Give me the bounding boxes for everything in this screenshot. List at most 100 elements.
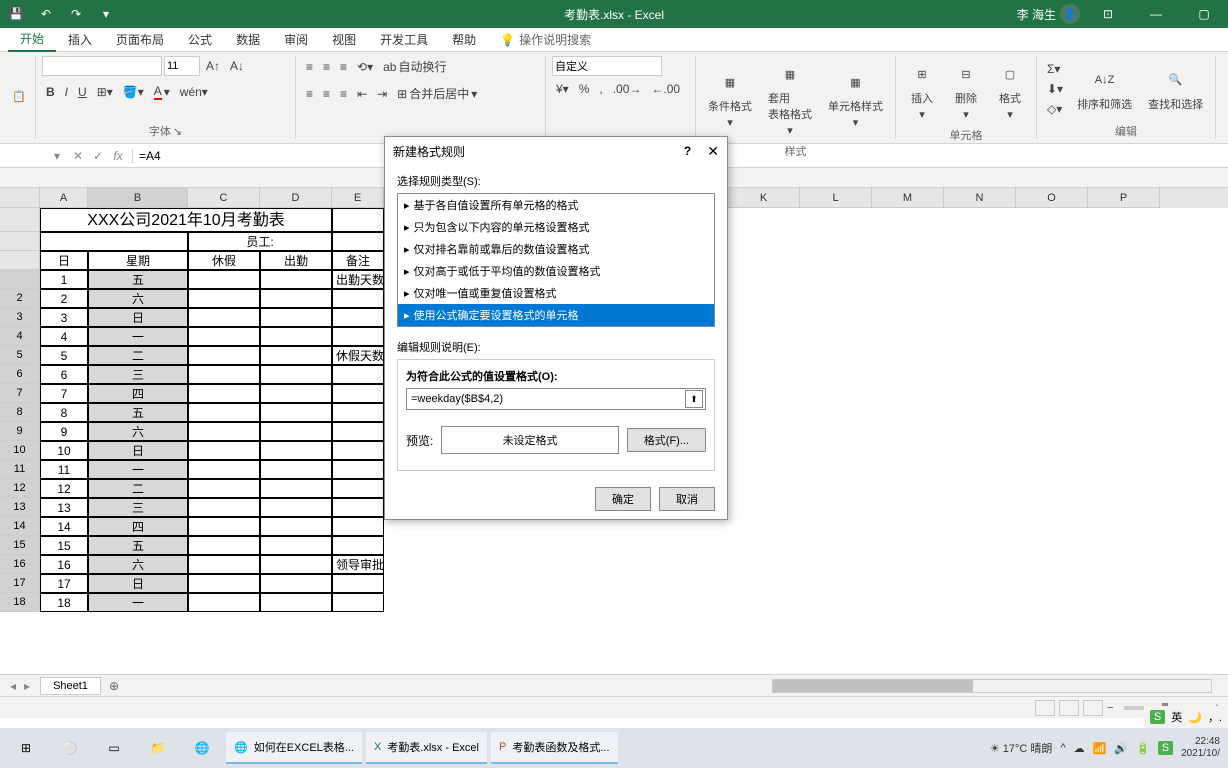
dialog-help-icon[interactable]: ? — [684, 144, 691, 158]
cell[interactable]: 休假 — [188, 251, 260, 270]
normal-view-icon[interactable] — [1035, 700, 1055, 716]
cell[interactable] — [332, 327, 384, 346]
cell[interactable]: 10 — [40, 441, 88, 460]
cell[interactable] — [260, 289, 332, 308]
merge-center-button[interactable]: ⊞ 合并后居中▾ — [393, 83, 481, 104]
cell[interactable]: 四 — [88, 517, 188, 536]
cell[interactable]: 15 — [40, 536, 88, 555]
cell[interactable] — [260, 574, 332, 593]
cell[interactable]: 18 — [40, 593, 88, 612]
cell[interactable] — [332, 574, 384, 593]
cell[interactable] — [188, 308, 260, 327]
sheet-prev-icon[interactable]: ◂ — [6, 679, 20, 693]
cell[interactable]: 一 — [88, 460, 188, 479]
cell[interactable] — [188, 403, 260, 422]
cell[interactable] — [260, 327, 332, 346]
cell[interactable]: 二 — [88, 346, 188, 365]
cell[interactable] — [332, 479, 384, 498]
cell[interactable]: 二 — [88, 479, 188, 498]
cell[interactable] — [188, 574, 260, 593]
cell[interactable] — [332, 208, 384, 232]
ok-button[interactable]: 确定 — [595, 487, 651, 511]
cell[interactable] — [332, 422, 384, 441]
cell[interactable] — [332, 232, 384, 251]
clock[interactable]: 22:48 2021/10/ — [1181, 736, 1224, 760]
network-icon[interactable]: 📶 — [1093, 742, 1107, 755]
cell[interactable]: 三 — [88, 498, 188, 517]
fx-icon[interactable]: fx — [108, 149, 128, 163]
search-icon[interactable]: ⚪ — [48, 730, 92, 766]
rule-item[interactable]: ▸ 仅对排名靠前或靠后的数值设置格式 — [398, 238, 714, 260]
save-icon[interactable]: 💾 — [4, 2, 28, 26]
ime-punct-icon[interactable]: ，. — [1208, 709, 1222, 725]
rule-item[interactable]: ▸ 只为包含以下内容的单元格设置格式 — [398, 216, 714, 238]
col-head-c[interactable]: C — [188, 188, 260, 208]
cell[interactable]: 14 — [40, 517, 88, 536]
tray-chevron-icon[interactable]: ^ — [1060, 742, 1065, 754]
cell[interactable]: 1 — [40, 270, 88, 289]
cell[interactable]: 领导审批: — [332, 555, 384, 574]
cell[interactable]: 备注 — [332, 251, 384, 270]
col-head-e[interactable]: E — [332, 188, 384, 208]
ime-lang[interactable]: 英 — [1171, 709, 1182, 725]
format-button[interactable]: 格式(F)... — [627, 428, 706, 452]
row-head[interactable]: 4 — [0, 327, 40, 346]
cell[interactable]: 员工: — [188, 232, 332, 251]
cell[interactable] — [332, 289, 384, 308]
cell[interactable]: 17 — [40, 574, 88, 593]
cell[interactable]: 休假天数 — [332, 346, 384, 365]
orientation-icon[interactable]: ⟲▾ — [353, 58, 377, 76]
cell[interactable] — [188, 422, 260, 441]
row-head[interactable]: 18 — [0, 593, 40, 612]
cell[interactable]: 五 — [88, 270, 188, 289]
cell[interactable] — [188, 498, 260, 517]
tab-home[interactable]: 开始 — [8, 27, 56, 52]
format-cells-button[interactable]: ▢格式▾ — [990, 56, 1030, 125]
volume-icon[interactable]: 🔊 — [1114, 742, 1128, 755]
ribbon-options-icon[interactable]: ⊡ — [1088, 0, 1128, 28]
row-head[interactable]: 12 — [0, 479, 40, 498]
tab-developer[interactable]: 开发工具 — [368, 28, 440, 51]
cell[interactable] — [260, 536, 332, 555]
cell[interactable] — [260, 517, 332, 536]
clear-button[interactable]: ◇▾ — [1043, 100, 1067, 118]
number-format-select[interactable] — [552, 56, 662, 76]
font-size-select[interactable] — [164, 56, 200, 76]
col-head-o[interactable]: O — [1016, 188, 1088, 208]
cell[interactable]: 五 — [88, 536, 188, 555]
rule-item[interactable]: ▸ 基于各自值设置所有单元格的格式 — [398, 194, 714, 216]
col-head-m[interactable]: M — [872, 188, 944, 208]
page-break-view-icon[interactable] — [1083, 700, 1103, 716]
tell-me-search[interactable]: 💡 操作说明搜索 — [500, 31, 591, 48]
file-explorer-icon[interactable]: 📁 — [136, 730, 180, 766]
cell[interactable] — [40, 232, 188, 251]
row-head[interactable]: 10 — [0, 441, 40, 460]
table-format-button[interactable]: ▦套用 表格格式▾ — [762, 56, 818, 141]
sheet-tab[interactable]: Sheet1 — [40, 677, 101, 695]
ime-icon[interactable]: S — [1150, 710, 1165, 724]
row-head[interactable]: 5 — [0, 346, 40, 365]
cancel-formula-icon[interactable]: ✕ — [68, 149, 88, 163]
row-head[interactable]: 13 — [0, 498, 40, 517]
cell[interactable]: 2 — [40, 289, 88, 308]
cell[interactable]: 六 — [88, 422, 188, 441]
row-head[interactable]: 8 — [0, 403, 40, 422]
cell[interactable]: 11 — [40, 460, 88, 479]
cell[interactable]: 一 — [88, 327, 188, 346]
tab-help[interactable]: 帮助 — [440, 28, 488, 51]
cell[interactable] — [188, 460, 260, 479]
phonetic-button[interactable]: wén▾ — [176, 83, 212, 101]
cell[interactable] — [332, 308, 384, 327]
percent-icon[interactable]: % — [575, 80, 594, 98]
tab-insert[interactable]: 插入 — [56, 28, 104, 51]
minimize-button[interactable]: — — [1136, 0, 1176, 28]
undo-icon[interactable]: ↶ — [34, 2, 58, 26]
fill-button[interactable]: ⬇▾ — [1043, 80, 1067, 98]
cell[interactable] — [260, 422, 332, 441]
autosum-button[interactable]: Σ▾ — [1043, 60, 1067, 78]
row-head[interactable]: 17 — [0, 574, 40, 593]
row-head[interactable]: 9 — [0, 422, 40, 441]
formula-input-field[interactable] — [407, 393, 685, 405]
cell[interactable] — [188, 479, 260, 498]
italic-button[interactable]: I — [61, 83, 72, 101]
